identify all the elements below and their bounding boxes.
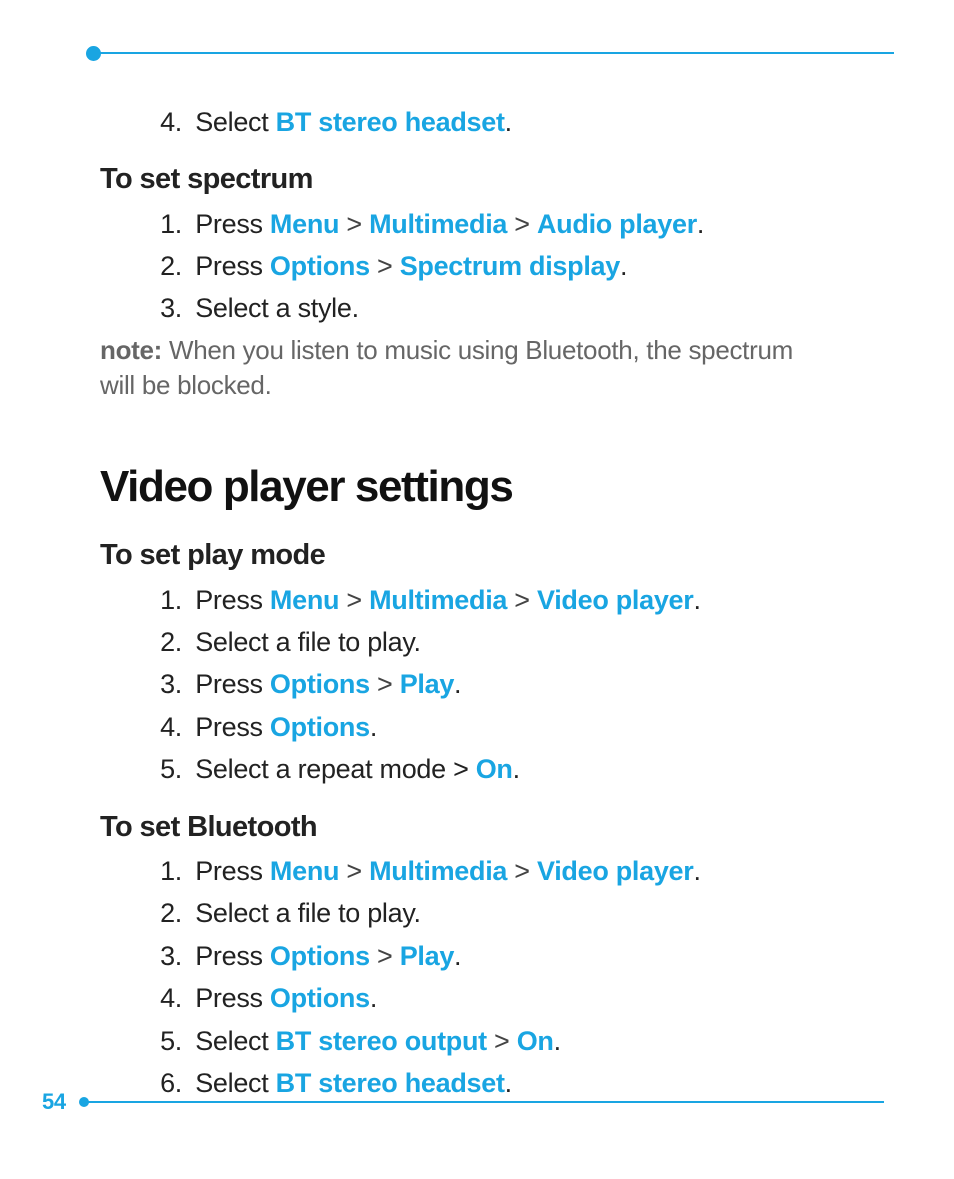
ui-term: Options bbox=[270, 983, 370, 1013]
step-text: . bbox=[454, 941, 461, 971]
playmode-step-2: 2. Select a file to play. bbox=[100, 624, 864, 660]
playmode-step-1: 1. Press Menu > Multimedia > Video playe… bbox=[100, 582, 864, 618]
step-number: 4. bbox=[152, 104, 182, 140]
subheading-spectrum: To set spectrum bbox=[100, 160, 864, 199]
step-text: . bbox=[505, 107, 512, 137]
step-number: 1. bbox=[152, 853, 182, 889]
spectrum-step-3: 3. Select a style. bbox=[100, 290, 864, 326]
playmode-step-5: 5. Select a repeat mode > On. bbox=[100, 751, 864, 787]
breadcrumb-sep: > bbox=[370, 251, 400, 281]
header-dot-icon bbox=[86, 46, 101, 61]
subheading-bluetooth: To set Bluetooth bbox=[100, 808, 864, 847]
page-footer: 54 bbox=[42, 1089, 884, 1115]
step-number: 4. bbox=[152, 980, 182, 1016]
breadcrumb-sep: > bbox=[507, 585, 537, 615]
bt-step-5: 5. Select BT stereo output > On. bbox=[100, 1023, 864, 1059]
bt-step-1: 1. Press Menu > Multimedia > Video playe… bbox=[100, 853, 864, 889]
spectrum-step-2: 2. Press Options > Spectrum display. bbox=[100, 248, 864, 284]
ui-term: Video player bbox=[537, 585, 693, 615]
page-number: 54 bbox=[42, 1089, 66, 1115]
step-text: Select a style. bbox=[195, 293, 359, 323]
breadcrumb-sep: > bbox=[507, 856, 537, 886]
step-text: Select bbox=[195, 1026, 275, 1056]
step-a4: 4. Select BT stereo headset. bbox=[100, 104, 864, 140]
playmode-step-3: 3. Press Options > Play. bbox=[100, 666, 864, 702]
step-number: 5. bbox=[152, 1023, 182, 1059]
step-text: Select a file to play. bbox=[195, 627, 421, 657]
step-text: . bbox=[513, 754, 520, 784]
footer-rule bbox=[84, 1101, 884, 1103]
subheading-playmode: To set play mode bbox=[100, 536, 864, 575]
ui-term: Play bbox=[400, 941, 454, 971]
footer-dot-icon bbox=[79, 1097, 89, 1107]
step-text: . bbox=[370, 712, 377, 742]
ui-term: BT stereo headset bbox=[276, 107, 505, 137]
ui-term: Audio player bbox=[537, 209, 697, 239]
breadcrumb-sep: > bbox=[507, 209, 537, 239]
ui-term: Menu bbox=[270, 585, 339, 615]
bt-step-4: 4. Press Options. bbox=[100, 980, 864, 1016]
step-text: . bbox=[620, 251, 627, 281]
step-text: . bbox=[370, 983, 377, 1013]
step-text: Press bbox=[195, 251, 270, 281]
ui-term: Menu bbox=[270, 856, 339, 886]
breadcrumb-sep: > bbox=[370, 669, 400, 699]
step-text: Press bbox=[195, 669, 270, 699]
step-text: . bbox=[697, 209, 704, 239]
step-text: Select a file to play. bbox=[195, 898, 421, 928]
step-number: 2. bbox=[152, 624, 182, 660]
breadcrumb-sep: > bbox=[487, 1026, 517, 1056]
step-number: 4. bbox=[152, 709, 182, 745]
breadcrumb-sep: > bbox=[370, 941, 400, 971]
step-number: 2. bbox=[152, 248, 182, 284]
step-number: 5. bbox=[152, 751, 182, 787]
step-text: Press bbox=[195, 941, 270, 971]
ui-term: On bbox=[476, 754, 513, 784]
ui-term: Options bbox=[270, 669, 370, 699]
step-text: Press bbox=[195, 856, 270, 886]
bt-step-2: 2. Select a file to play. bbox=[100, 895, 864, 931]
step-number: 3. bbox=[152, 938, 182, 974]
step-text: Press bbox=[195, 983, 270, 1013]
playmode-step-4: 4. Press Options. bbox=[100, 709, 864, 745]
ui-term: Video player bbox=[537, 856, 693, 886]
bt-step-3: 3. Press Options > Play. bbox=[100, 938, 864, 974]
note-block: note: When you listen to music using Blu… bbox=[100, 333, 800, 403]
spectrum-step-1: 1. Press Menu > Multimedia > Audio playe… bbox=[100, 206, 864, 242]
breadcrumb-sep: > bbox=[339, 856, 369, 886]
ui-term: Multimedia bbox=[369, 209, 507, 239]
step-number: 1. bbox=[152, 206, 182, 242]
ui-term: Multimedia bbox=[369, 585, 507, 615]
step-number: 2. bbox=[152, 895, 182, 931]
step-text: . bbox=[554, 1026, 561, 1056]
step-text: . bbox=[693, 585, 700, 615]
ui-term: On bbox=[517, 1026, 554, 1056]
note-label: note: bbox=[100, 335, 169, 365]
note-text: When you listen to music using Bluetooth… bbox=[100, 335, 793, 400]
section-heading-video: Video player settings bbox=[100, 457, 864, 516]
step-text: Select bbox=[195, 107, 275, 137]
ui-term: Spectrum display bbox=[400, 251, 620, 281]
step-number: 3. bbox=[152, 290, 182, 326]
step-text: Press bbox=[195, 585, 270, 615]
ui-term: Play bbox=[400, 669, 454, 699]
ui-term: Multimedia bbox=[369, 856, 507, 886]
page-content: 4. Select BT stereo headset. To set spec… bbox=[0, 0, 954, 1102]
step-text: Press bbox=[195, 209, 270, 239]
step-number: 3. bbox=[152, 666, 182, 702]
ui-term: Options bbox=[270, 251, 370, 281]
step-text: . bbox=[454, 669, 461, 699]
ui-term: BT stereo output bbox=[276, 1026, 487, 1056]
step-text: Press bbox=[195, 712, 270, 742]
ui-term: Menu bbox=[270, 209, 339, 239]
ui-term: Options bbox=[270, 941, 370, 971]
header-rule bbox=[96, 52, 894, 54]
breadcrumb-sep: > bbox=[339, 209, 369, 239]
ui-term: Options bbox=[270, 712, 370, 742]
step-text: . bbox=[693, 856, 700, 886]
breadcrumb-sep: > bbox=[339, 585, 369, 615]
step-text: Select a repeat mode > bbox=[195, 754, 476, 784]
step-number: 1. bbox=[152, 582, 182, 618]
